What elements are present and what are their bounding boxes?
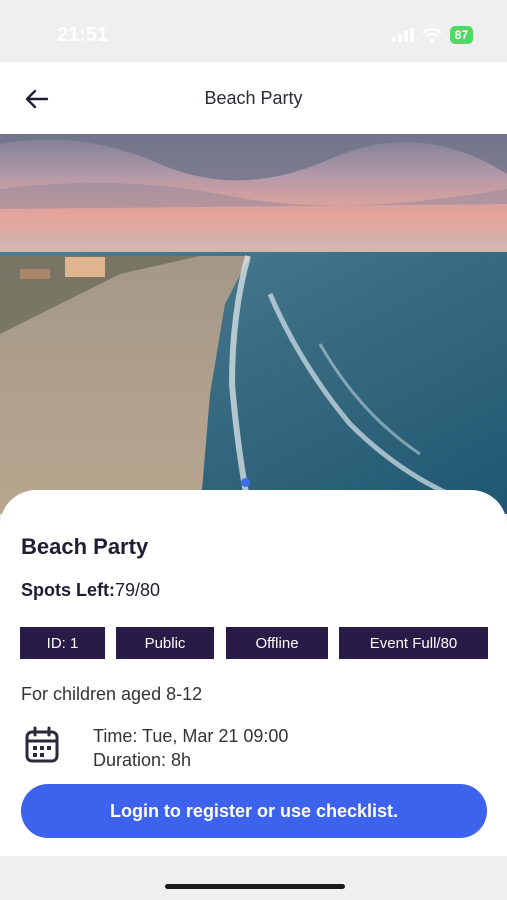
event-tags: ID: 1 Public Offline Event Full/80 [20,627,490,659]
wifi-icon [421,28,442,42]
spots-left-value: 79/80 [115,580,161,600]
age-range: For children aged 8-12 [21,684,203,704]
page-title: Beach Party [204,88,303,108]
event-title: Beach Party [21,534,149,559]
spots-left: Spots Left:79/80 [21,580,160,601]
spots-left-label: Spots Left: [21,580,115,600]
login-register-button[interactable]: Login to register or use checklist. [21,784,487,838]
status-time: 21:51 [57,24,109,46]
tag-capacity: Event Full/80 [339,627,488,659]
event-time: Time: Tue, Mar 21 09:00 [93,726,289,746]
event-details-card: Beach Party Spots Left:79/80 ID: 1 Publi… [0,490,507,856]
tag-visibility: Public [116,627,214,659]
battery-indicator: 87 [449,26,473,44]
event-duration: Duration: 8h [93,750,192,770]
tag-mode: Offline [226,627,328,659]
carousel-page-dot[interactable] [241,478,250,487]
nav-bar: Beach Party [0,62,507,134]
home-bar [0,856,507,900]
status-icons: 87 [391,26,473,44]
home-indicator[interactable] [165,884,345,889]
tag-id: ID: 1 [20,627,105,659]
event-image [0,134,507,514]
status-bar: 21:51 87 [0,0,507,62]
calendar-icon [25,726,59,763]
signal-icon [391,28,414,42]
